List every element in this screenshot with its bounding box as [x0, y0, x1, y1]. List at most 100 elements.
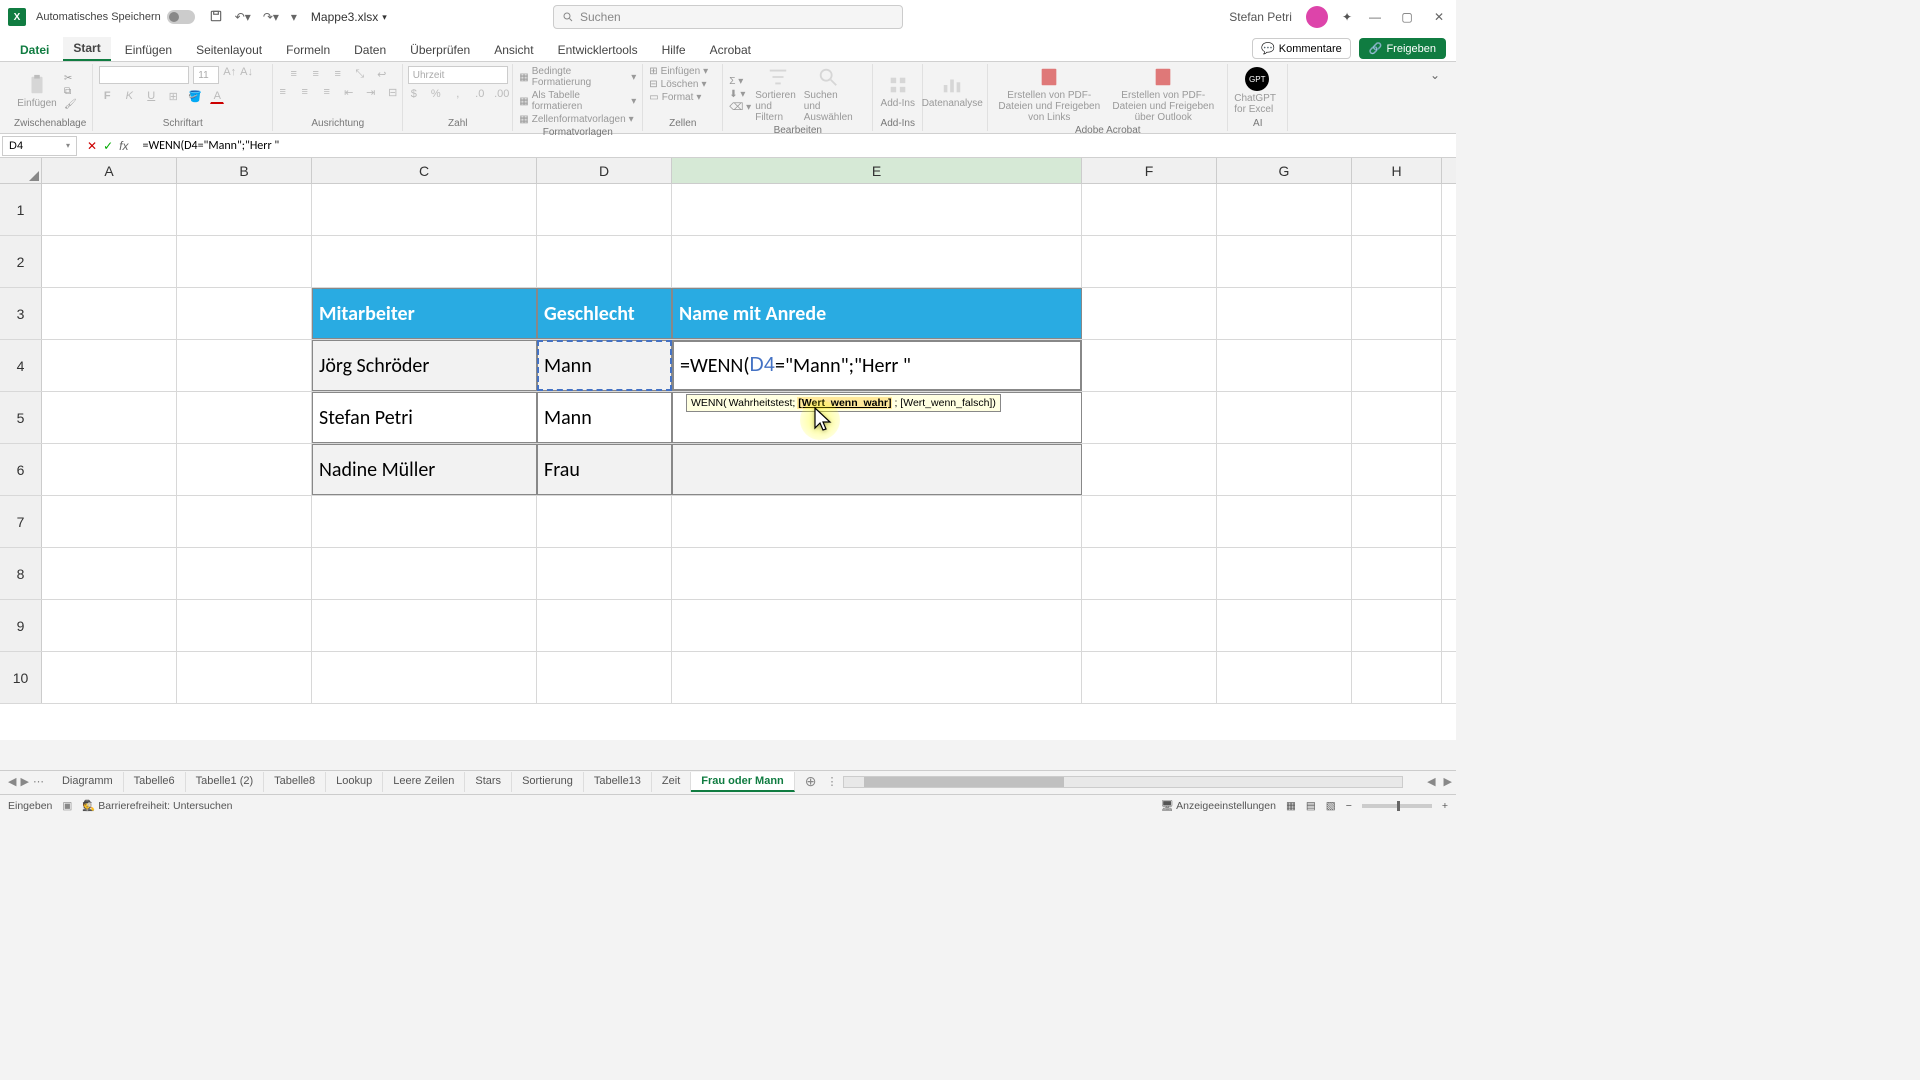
indent-inc-icon[interactable]: ⇥ [363, 84, 379, 100]
sheet-tab[interactable]: Leere Zeilen [383, 772, 465, 792]
increase-decimal-icon[interactable]: .0 [472, 86, 488, 102]
document-name[interactable]: Mappe3.xlsx▾ [311, 10, 387, 24]
col-header-H[interactable]: H [1352, 158, 1442, 183]
fill-icon[interactable]: ⬇ ▾ [729, 89, 751, 100]
enter-icon[interactable]: ✓ [103, 139, 113, 153]
font-name-input[interactable] [99, 66, 189, 84]
decrease-decimal-icon[interactable]: .00 [494, 86, 510, 102]
sheet-tab[interactable]: Tabelle1 (2) [186, 772, 264, 792]
conditional-formatting-button[interactable]: ▦ Bedingte Formatierung ▾ [519, 66, 636, 88]
row-header-9[interactable]: 9 [0, 600, 42, 651]
format-as-table-button[interactable]: ▦ Als Tabelle formatieren ▾ [519, 90, 636, 112]
sheet-tab[interactable]: Frau oder Mann [691, 772, 795, 792]
avatar[interactable] [1306, 6, 1328, 28]
cell-A5[interactable] [42, 392, 177, 443]
tab-hilfe[interactable]: Hilfe [652, 39, 696, 61]
adobe-create-outlook-button[interactable]: Erstellen von PDF-Dateien und Freigeben … [1108, 66, 1218, 123]
cell-D6[interactable]: Frau [537, 444, 672, 495]
sheet-tab[interactable]: Diagramm [52, 772, 124, 792]
worksheet-grid[interactable]: A B C D E F G H 123MitarbeiterGeschlecht… [0, 158, 1456, 740]
adobe-create-share-button[interactable]: Erstellen von PDF-Dateien und Freigeben … [994, 66, 1104, 123]
cell-G3[interactable] [1217, 288, 1352, 339]
zoom-in-icon[interactable]: + [1442, 800, 1448, 812]
sheet-tab[interactable]: Sortierung [512, 772, 584, 792]
cell-B8[interactable] [177, 548, 312, 599]
cell-H8[interactable] [1352, 548, 1442, 599]
cell-C10[interactable] [312, 652, 537, 703]
format-cells-button[interactable]: ▭ Format ▾ [649, 92, 701, 103]
sheet-tab[interactable]: Zeit [652, 772, 691, 792]
indent-dec-icon[interactable]: ⇤ [341, 84, 357, 100]
addins-button[interactable]: Add-Ins [879, 74, 916, 109]
cell-A8[interactable] [42, 548, 177, 599]
view-normal-icon[interactable]: ▦ [1286, 800, 1296, 812]
cell-H4[interactable] [1352, 340, 1442, 391]
new-sheet-button[interactable]: ⊕ [795, 773, 827, 790]
redo-icon[interactable]: ↷▾ [263, 10, 279, 24]
underline-icon[interactable]: U [143, 88, 159, 104]
close-button[interactable]: ✕ [1430, 10, 1448, 24]
view-pagelayout-icon[interactable]: ▤ [1306, 800, 1316, 812]
cell-D3[interactable]: Geschlecht [537, 288, 672, 339]
cell-B2[interactable] [177, 236, 312, 287]
cell-H5[interactable] [1352, 392, 1442, 443]
cell-A9[interactable] [42, 600, 177, 651]
cell-G8[interactable] [1217, 548, 1352, 599]
cell-E6[interactable] [672, 444, 1082, 495]
cell-B9[interactable] [177, 600, 312, 651]
cell-G10[interactable] [1217, 652, 1352, 703]
cell-F2[interactable] [1082, 236, 1217, 287]
cell-A2[interactable] [42, 236, 177, 287]
font-color-icon[interactable]: A [209, 88, 225, 104]
cell-G7[interactable] [1217, 496, 1352, 547]
align-left-icon[interactable]: ≡ [275, 84, 291, 100]
cell-B4[interactable] [177, 340, 312, 391]
macro-record-icon[interactable]: ▣ [62, 800, 72, 812]
clear-icon[interactable]: ⌫ ▾ [729, 102, 751, 113]
cell-B5[interactable] [177, 392, 312, 443]
cell-E9[interactable] [672, 600, 1082, 651]
col-header-B[interactable]: B [177, 158, 312, 183]
cell-C7[interactable] [312, 496, 537, 547]
cell-E2[interactable] [672, 236, 1082, 287]
chatgpt-button[interactable]: GPTChatGPT for Excel [1234, 67, 1280, 115]
cell-G6[interactable] [1217, 444, 1352, 495]
cell-A7[interactable] [42, 496, 177, 547]
autosum-icon[interactable]: Σ ▾ [729, 76, 751, 87]
bold-icon[interactable]: F [99, 88, 115, 104]
sheet-tab[interactable]: Tabelle13 [584, 772, 652, 792]
fill-color-icon[interactable]: 🪣 [187, 88, 203, 104]
row-header-2[interactable]: 2 [0, 236, 42, 287]
merge-icon[interactable]: ⊟ [385, 84, 401, 100]
row-header-7[interactable]: 7 [0, 496, 42, 547]
col-header-G[interactable]: G [1217, 158, 1352, 183]
cell-B6[interactable] [177, 444, 312, 495]
cell-E1[interactable] [672, 184, 1082, 235]
share-button[interactable]: 🔗 Freigeben [1359, 38, 1446, 59]
sheet-nav-next-icon[interactable]: ▶ [20, 775, 28, 788]
cell-D9[interactable] [537, 600, 672, 651]
cell-H7[interactable] [1352, 496, 1442, 547]
row-header-10[interactable]: 10 [0, 652, 42, 703]
cell-G5[interactable] [1217, 392, 1352, 443]
qat-overflow-icon[interactable]: ▾ [291, 10, 297, 24]
insert-cells-button[interactable]: ⊞ Einfügen ▾ [649, 66, 708, 77]
tab-start[interactable]: Start [63, 37, 110, 61]
tab-formeln[interactable]: Formeln [276, 39, 340, 61]
orientation-icon[interactable]: ⤡ [352, 66, 368, 82]
tab-einfuegen[interactable]: Einfügen [115, 39, 182, 61]
cell-H3[interactable] [1352, 288, 1442, 339]
number-format-input[interactable] [408, 66, 508, 84]
cell-F8[interactable] [1082, 548, 1217, 599]
data-analysis-button[interactable]: Datenanalyse [929, 74, 975, 109]
format-painter-icon[interactable]: 🖌 [64, 99, 77, 110]
cell-H6[interactable] [1352, 444, 1442, 495]
cell-E4[interactable]: =WENN(D4="Mann";"Herr " [672, 340, 1082, 391]
cell-F4[interactable] [1082, 340, 1217, 391]
maximize-button[interactable]: ▢ [1398, 10, 1416, 24]
cell-A3[interactable] [42, 288, 177, 339]
horizontal-scrollbar[interactable] [843, 776, 1404, 788]
scroll-right-icon[interactable]: ▶ [1440, 775, 1456, 788]
align-bottom-icon[interactable]: ≡ [330, 66, 346, 82]
tab-seitenlayout[interactable]: Seitenlayout [186, 39, 272, 61]
